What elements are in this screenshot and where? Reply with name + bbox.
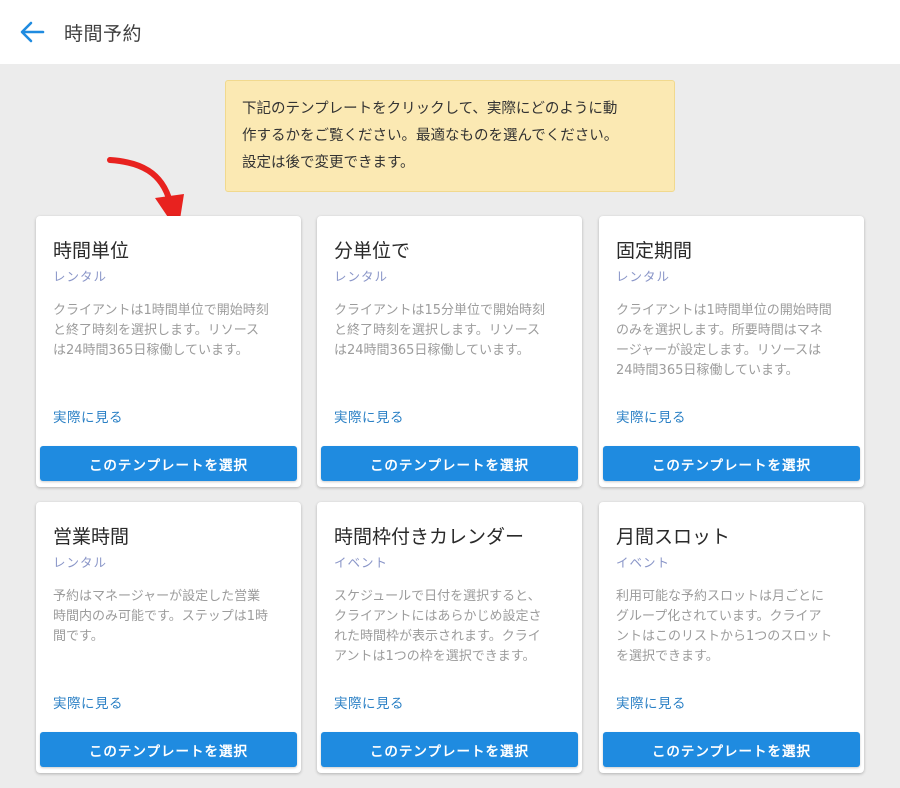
description-line: 24時間365日稼働しています。 — [616, 363, 799, 378]
description-line: 予約はマネージャーが設定した営業 — [53, 589, 261, 604]
card-description: クライアントは1時間単位で開始時刻 と終了時刻を選択します。リソース は24時間… — [53, 301, 293, 361]
card-category: レンタル — [53, 269, 108, 284]
card-title: 月間スロット — [616, 526, 731, 548]
select-template-button[interactable]: このテンプレートを選択 — [603, 446, 860, 481]
card-title: 時間枠付きカレンダー — [334, 526, 525, 548]
card-category: レンタル — [334, 269, 389, 284]
description-line: と終了時刻を選択します。リソース — [53, 323, 260, 338]
description-line: は24時間365日稼働しています。 — [53, 343, 249, 358]
card-description: 利用可能な予約スロットは月ごとに グループ化されています。クライア ントはこのリ… — [616, 587, 856, 667]
view-demo-link[interactable]: 実際に見る — [53, 406, 123, 426]
card-category: イベント — [334, 555, 389, 570]
card-description: 予約はマネージャーが設定した営業 時間内のみ可能です。ステップは1時 間です。 — [53, 587, 293, 647]
card-category: レンタル — [616, 269, 671, 284]
card-title: 固定期間 — [616, 240, 693, 262]
template-card-fixed-period[interactable]: 固定期間 レンタル クライアントは1時間単位の開始時間 のみを選択します。所要時… — [599, 216, 864, 487]
select-template-button[interactable]: このテンプレートを選択 — [40, 732, 297, 767]
description-line: のみを選択します。所要時間はマネ — [616, 323, 823, 338]
notice-text-line: 作するかをご覧ください。最適なものを選んでください。 — [242, 128, 619, 144]
view-demo-link[interactable]: 実際に見る — [616, 406, 686, 426]
card-description: スケジュールで日付を選択すると、 クライアントにはあらかじめ設定さ れた時間枠が… — [334, 587, 574, 667]
description-line: ージャーが設定します。リソースは — [616, 343, 822, 358]
description-line: アントは1つの枠を選択できます。 — [334, 649, 536, 664]
template-card-minutes[interactable]: 分単位で レンタル クライアントは15分単位で開始時刻 と終了時刻を選択します。… — [317, 216, 582, 487]
description-line: れた時間枠が表示されます。クライ — [334, 629, 541, 644]
card-description: クライアントは1時間単位の開始時間 のみを選択します。所要時間はマネ ージャーが… — [616, 301, 856, 381]
notice-text-line: 設定は後で変更できます。 — [242, 155, 415, 171]
template-card-hourly[interactable]: 時間単位 レンタル クライアントは1時間単位で開始時刻 と終了時刻を選択します。… — [36, 216, 301, 487]
card-title: 営業時間 — [53, 526, 130, 548]
select-template-button[interactable]: このテンプレートを選択 — [603, 732, 860, 767]
page-title: 時間予約 — [64, 23, 143, 45]
view-demo-link[interactable]: 実際に見る — [53, 692, 123, 712]
description-line: と終了時刻を選択します。リソース — [334, 323, 541, 338]
view-demo-link[interactable]: 実際に見る — [334, 406, 404, 426]
description-line: クライアントにはあらかじめ設定さ — [334, 609, 542, 624]
template-card-business-hours[interactable]: 営業時間 レンタル 予約はマネージャーが設定した営業 時間内のみ可能です。ステッ… — [36, 502, 301, 773]
description-line: クライアントは15分単位で開始時刻 — [334, 303, 546, 318]
description-line: 利用可能な予約スロットは月ごとに — [616, 589, 825, 604]
card-title: 時間単位 — [53, 240, 130, 262]
description-line: グループ化されています。クライア — [616, 609, 822, 624]
card-category: レンタル — [53, 555, 108, 570]
card-title: 分単位で — [334, 240, 411, 262]
back-button[interactable] — [17, 18, 47, 46]
description-line: ントはこのリストから1つのスロット — [616, 629, 833, 644]
info-notice: 下記のテンプレートをクリックして、実際にどのように動 作するかをご覧ください。最… — [225, 80, 675, 192]
description-line: 時間内のみ可能です。ステップは1時 — [53, 609, 268, 624]
card-category: イベント — [616, 555, 671, 570]
view-demo-link[interactable]: 実際に見る — [334, 692, 404, 712]
description-line: クライアントは1時間単位で開始時刻 — [53, 303, 269, 318]
arrow-left-icon — [20, 21, 45, 43]
select-template-button[interactable]: このテンプレートを選択 — [321, 446, 578, 481]
app-header: 時間予約 — [0, 0, 900, 64]
template-card-timeslot-calendar[interactable]: 時間枠付きカレンダー イベント スケジュールで日付を選択すると、 クライアントに… — [317, 502, 582, 773]
description-line: は24時間365日稼働しています。 — [334, 343, 530, 358]
select-template-button[interactable]: このテンプレートを選択 — [40, 446, 297, 481]
select-template-button[interactable]: このテンプレートを選択 — [321, 732, 578, 767]
template-card-monthly-slots[interactable]: 月間スロット イベント 利用可能な予約スロットは月ごとに グループ化されています… — [599, 502, 864, 773]
description-line: を選択できます。 — [616, 649, 719, 664]
notice-text-line: 下記のテンプレートをクリックして、実際にどのように動 — [242, 101, 618, 117]
description-line: 間です。 — [53, 629, 104, 644]
view-demo-link[interactable]: 実際に見る — [616, 692, 686, 712]
description-line: スケジュールで日付を選択すると、 — [334, 589, 541, 604]
description-line: クライアントは1時間単位の開始時間 — [616, 303, 832, 318]
card-description: クライアントは15分単位で開始時刻 と終了時刻を選択します。リソース は24時間… — [334, 301, 574, 361]
